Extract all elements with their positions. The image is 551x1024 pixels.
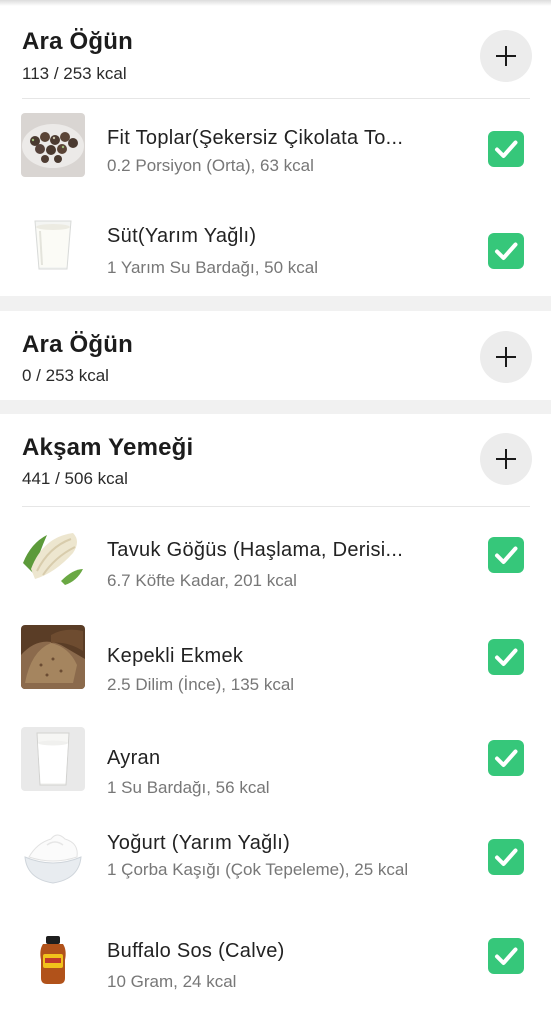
- food-item[interactable]: Fit Toplar(Şekersiz Çikolata To... 0.2 P…: [0, 99, 551, 199]
- checked-checkbox[interactable]: [488, 938, 524, 974]
- checked-checkbox[interactable]: [488, 233, 524, 269]
- food-desc: 1 Su Bardağı, 56 kcal: [107, 778, 270, 797]
- food-desc: 0.2 Porsiyon (Orta), 63 kcal: [107, 156, 314, 175]
- checkmark-icon: [495, 848, 518, 866]
- food-item[interactable]: Süt(Yarım Yağlı) 1 Yarım Su Bardağı, 50 …: [0, 199, 551, 299]
- food-desc: 1 Yarım Su Bardağı, 50 kcal: [107, 258, 319, 277]
- add-food-button[interactable]: [480, 30, 532, 82]
- checked-checkbox[interactable]: [488, 537, 524, 573]
- checked-checkbox[interactable]: [488, 839, 524, 875]
- bran-bread-photo: [21, 625, 85, 689]
- food-desc: 1 Çorba Kaşığı (Çok Tepeleme), 25 kcal: [107, 860, 409, 879]
- chicken-breast-photo: [21, 523, 85, 587]
- food-name: Ayran: [107, 747, 161, 769]
- meal-title: Akşam Yemeği: [22, 434, 194, 461]
- meal-card-snack-1: Ara Öğün 113 / 253 kcal Fit Toplar(Şeker…: [0, 6, 551, 296]
- meal-kcal: 441 / 506 kcal: [22, 469, 128, 488]
- food-item[interactable]: Ayran 1 Su Bardağı, 56 kcal: [0, 707, 551, 807]
- meal-card-snack-2: Ara Öğün 0 / 253 kcal: [0, 311, 551, 400]
- food-desc: 2.5 Dilim (İnce), 135 kcal: [107, 675, 295, 694]
- meal-title: Ara Öğün: [22, 28, 133, 55]
- chocolate-balls-photo: [21, 113, 85, 177]
- ayran-glass-photo: [21, 727, 85, 791]
- meal-title: Ara Öğün: [22, 331, 133, 358]
- checked-checkbox[interactable]: [488, 639, 524, 675]
- checkmark-icon: [495, 947, 518, 965]
- food-name: Buffalo Sos (Calve): [107, 940, 285, 962]
- food-item[interactable]: Buffalo Sos (Calve) 10 Gram, 24 kcal: [0, 922, 551, 1022]
- meal-header: Akşam Yemeği 441 / 506 kcal: [0, 414, 551, 506]
- food-name: Tavuk Göğüs (Haşlama, Derisi...: [107, 539, 404, 561]
- checked-checkbox[interactable]: [488, 740, 524, 776]
- checkmark-icon: [495, 242, 518, 260]
- food-name: Kepekli Ekmek: [107, 645, 244, 667]
- checked-checkbox[interactable]: [488, 131, 524, 167]
- checkmark-icon: [495, 749, 518, 767]
- add-food-button[interactable]: [480, 433, 532, 485]
- food-item[interactable]: Tavuk Göğüs (Haşlama, Derisi... 6.7 Köft…: [0, 507, 551, 607]
- meal-header: Ara Öğün 0 / 253 kcal: [0, 311, 551, 403]
- food-desc: 6.7 Köfte Kadar, 201 kcal: [107, 571, 297, 590]
- checkmark-icon: [495, 648, 518, 666]
- yogurt-bowl-photo: [21, 825, 85, 889]
- meal-kcal: 113 / 253 kcal: [22, 64, 127, 83]
- meal-card-dinner: Akşam Yemeği 441 / 506 kcal Tavuk Göğüs …: [0, 414, 551, 1024]
- food-desc: 10 Gram, 24 kcal: [107, 972, 237, 991]
- food-name: Yoğurt (Yarım Yağlı): [107, 832, 291, 854]
- milk-glass-photo: [21, 213, 85, 277]
- meal-kcal: 0 / 253 kcal: [22, 366, 109, 385]
- checkmark-icon: [495, 546, 518, 564]
- food-item[interactable]: Yoğurt (Yarım Yağlı) 1 Çorba Kaşığı (Çok…: [0, 807, 551, 922]
- add-food-button[interactable]: [480, 331, 532, 383]
- food-name: Fit Toplar(Şekersiz Çikolata To...: [107, 127, 404, 149]
- buffalo-sauce-bottle-photo: [21, 926, 85, 990]
- food-item[interactable]: Kepekli Ekmek 2.5 Dilim (İnce), 135 kcal: [0, 607, 551, 707]
- meal-header: Ara Öğün 113 / 253 kcal: [0, 6, 551, 98]
- food-name: Süt(Yarım Yağlı): [107, 225, 257, 247]
- checkmark-icon: [495, 140, 518, 158]
